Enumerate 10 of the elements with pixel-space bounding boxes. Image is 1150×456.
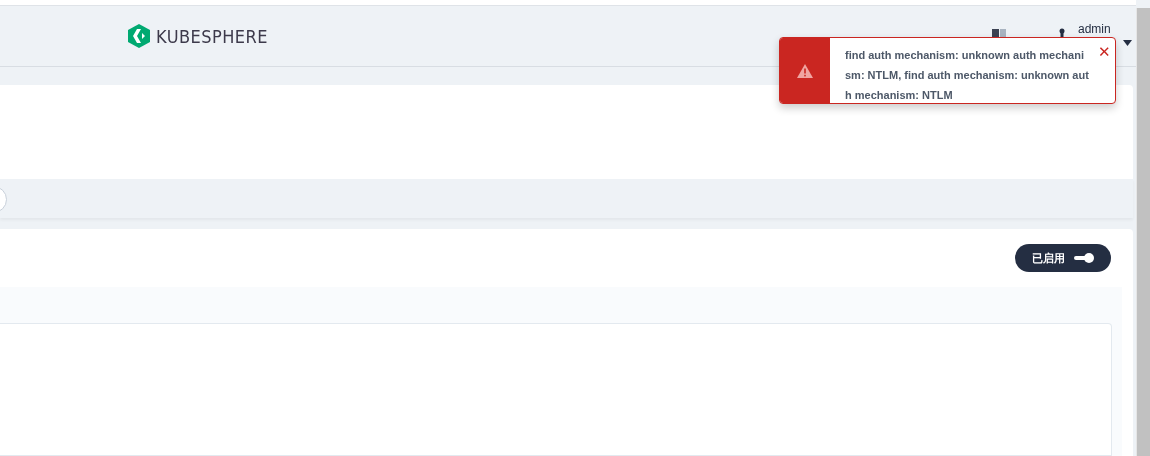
close-button[interactable]: ✕ (1098, 44, 1111, 59)
error-message: find auth mechanism: unknown auth mechanism: NTLM, find auth mechanism: unknown auth mechanism: NTLM (845, 48, 1089, 103)
logo-text: KUBESPHERE (156, 24, 268, 49)
scrollbar[interactable] (1136, 8, 1150, 456)
status-toggle-button[interactable]: 已启用 (1015, 244, 1111, 272)
user-name[interactable]: admin (1078, 20, 1111, 38)
caret-icon[interactable] (1123, 40, 1132, 46)
toggle-icon (1072, 252, 1095, 264)
warning-icon (797, 63, 813, 78)
logo-icon (128, 24, 150, 48)
